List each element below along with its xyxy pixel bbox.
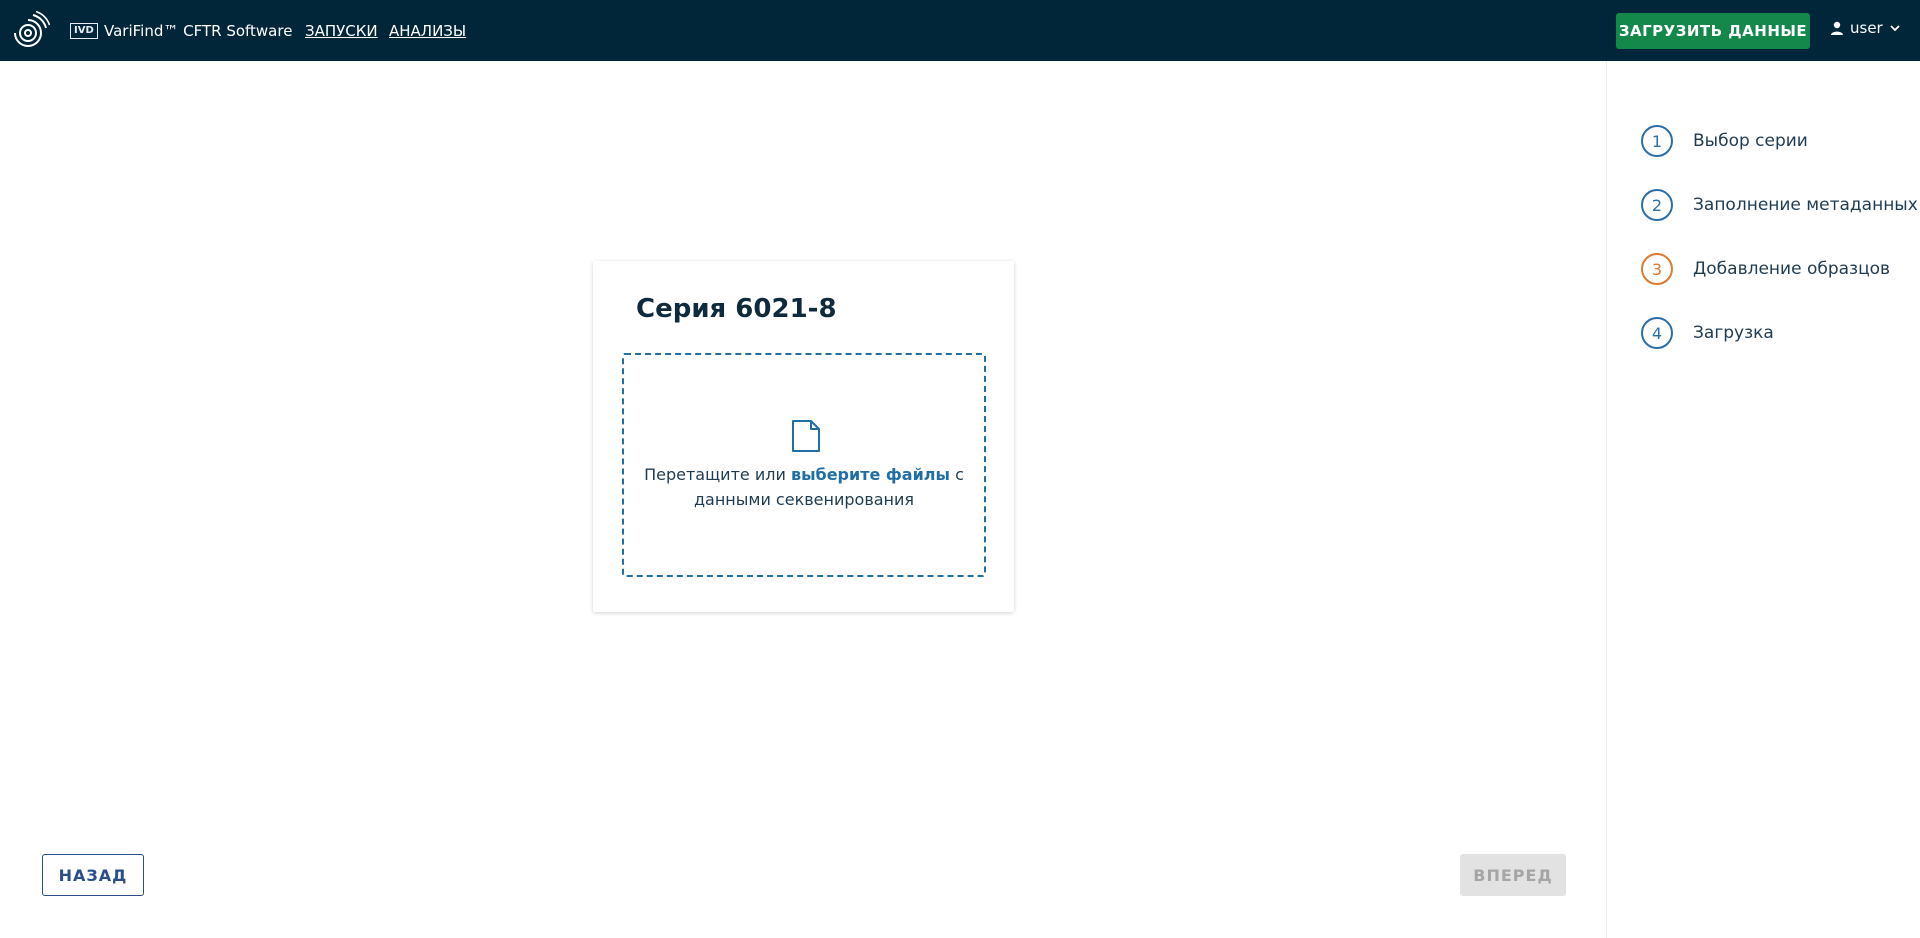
nav-link-runs[interactable]: ЗАПУСКИ	[305, 21, 378, 41]
step-number: 4	[1641, 317, 1673, 349]
step-upload: 4 Загрузка	[1641, 317, 1774, 349]
series-title: Серия 6021-8	[636, 294, 837, 324]
step-number: 1	[1641, 125, 1673, 157]
user-menu[interactable]: user	[1830, 19, 1906, 37]
top-navigation-bar: IVD VariFind™ CFTR Software ЗАПУСКИ АНАЛ…	[0, 0, 1920, 61]
step-label: Загрузка	[1693, 323, 1774, 343]
step-label: Заполнение метаданных	[1693, 195, 1918, 215]
user-name: user	[1850, 19, 1883, 37]
step-metadata: 2 Заполнение метаданных	[1641, 189, 1918, 221]
chevron-down-icon	[1890, 24, 1900, 31]
back-button[interactable]: НАЗАД	[42, 854, 144, 896]
next-button[interactable]: ВПЕРЕД	[1460, 854, 1566, 896]
upload-data-button[interactable]: ЗАГРУЗИТЬ ДАННЫЕ	[1616, 13, 1810, 49]
step-label: Выбор серии	[1693, 131, 1808, 151]
app-logo-icon[interactable]	[12, 11, 50, 49]
dropzone-text: Перетащите или выберите файлы с данными …	[624, 462, 984, 512]
file-icon	[792, 420, 820, 452]
wizard-steps-sidebar: 1 Выбор серии 2 Заполнение метаданных 3 …	[1606, 61, 1920, 938]
series-upload-card: Серия 6021-8 Перетащите или выберите фай…	[593, 261, 1014, 612]
select-files-link[interactable]: выберите файлы	[791, 465, 950, 484]
step-series-selection: 1 Выбор серии	[1641, 125, 1808, 157]
nav-link-analyses[interactable]: АНАЛИЗЫ	[389, 21, 466, 41]
step-add-samples: 3 Добавление образцов	[1641, 253, 1890, 285]
person-icon	[1831, 21, 1843, 35]
step-label: Добавление образцов	[1693, 259, 1891, 279]
dropzone-text-before: Перетащите или	[644, 465, 791, 484]
step-number-active: 3	[1641, 253, 1673, 285]
app-title: VariFind™ CFTR Software	[104, 22, 293, 40]
file-dropzone[interactable]: Перетащите или выберите файлы с данными …	[622, 353, 986, 577]
ivd-badge: IVD	[70, 23, 98, 39]
step-number: 2	[1641, 189, 1673, 221]
